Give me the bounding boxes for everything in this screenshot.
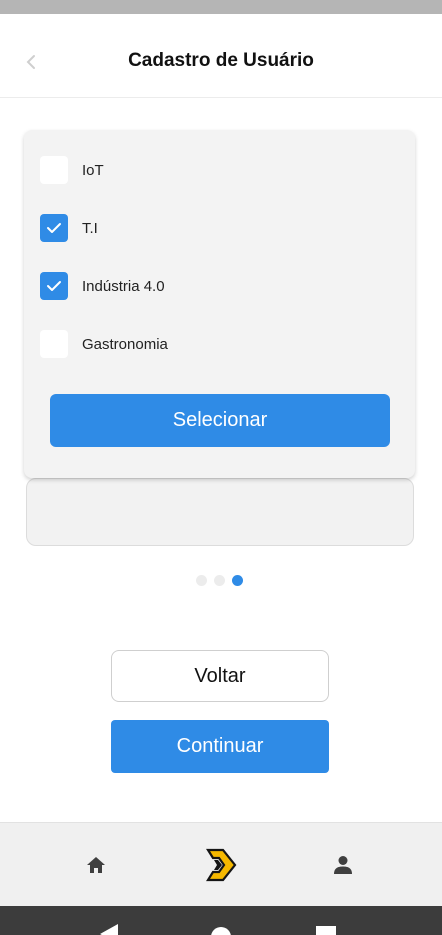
continue-button[interactable]: Continuar (111, 720, 329, 773)
page-indicator (196, 575, 243, 586)
nav-app-logo[interactable] (200, 845, 240, 885)
app-logo-icon (206, 848, 237, 882)
option-label: Gastronomia (82, 335, 168, 353)
option-label: Indústria 4.0 (82, 277, 165, 295)
checkbox-industria[interactable] (40, 272, 68, 300)
system-back-icon[interactable] (98, 924, 120, 935)
select-button[interactable]: Selecionar (50, 394, 390, 447)
system-recents-icon[interactable] (316, 926, 336, 935)
checkbox-gastronomia[interactable] (40, 330, 68, 358)
option-label: T.I (82, 219, 98, 237)
system-home-icon[interactable] (210, 926, 232, 935)
option-industria[interactable]: Indústria 4.0 (40, 272, 165, 300)
checkbox-ti[interactable] (40, 214, 68, 242)
home-icon (87, 857, 105, 873)
checkbox-iot[interactable] (40, 156, 68, 184)
option-ti[interactable]: T.I (40, 214, 98, 242)
checkmark-icon (47, 281, 61, 291)
status-bar (0, 0, 442, 14)
checkmark-icon (47, 223, 61, 233)
main-content: IoT T.I Indústria 4.0 Gastronomia Seleci… (0, 98, 442, 822)
system-navigation-bar (0, 906, 442, 935)
option-gastronomia[interactable]: Gastronomia (40, 330, 168, 358)
back-button[interactable]: Voltar (111, 650, 329, 702)
interests-dropdown: IoT T.I Indústria 4.0 Gastronomia Seleci… (24, 130, 415, 478)
nav-home[interactable] (76, 845, 116, 885)
option-label: IoT (82, 161, 104, 179)
app-header: Cadastro de Usuário (0, 14, 442, 98)
profile-icon (334, 856, 352, 874)
bottom-navigation (0, 822, 442, 906)
interest-input-field[interactable] (26, 478, 414, 546)
page-dot-active (232, 575, 243, 586)
page-dot (214, 575, 225, 586)
page-title: Cadastro de Usuário (128, 50, 314, 71)
page-dot (196, 575, 207, 586)
nav-profile[interactable] (323, 845, 363, 885)
option-iot[interactable]: IoT (40, 156, 104, 184)
